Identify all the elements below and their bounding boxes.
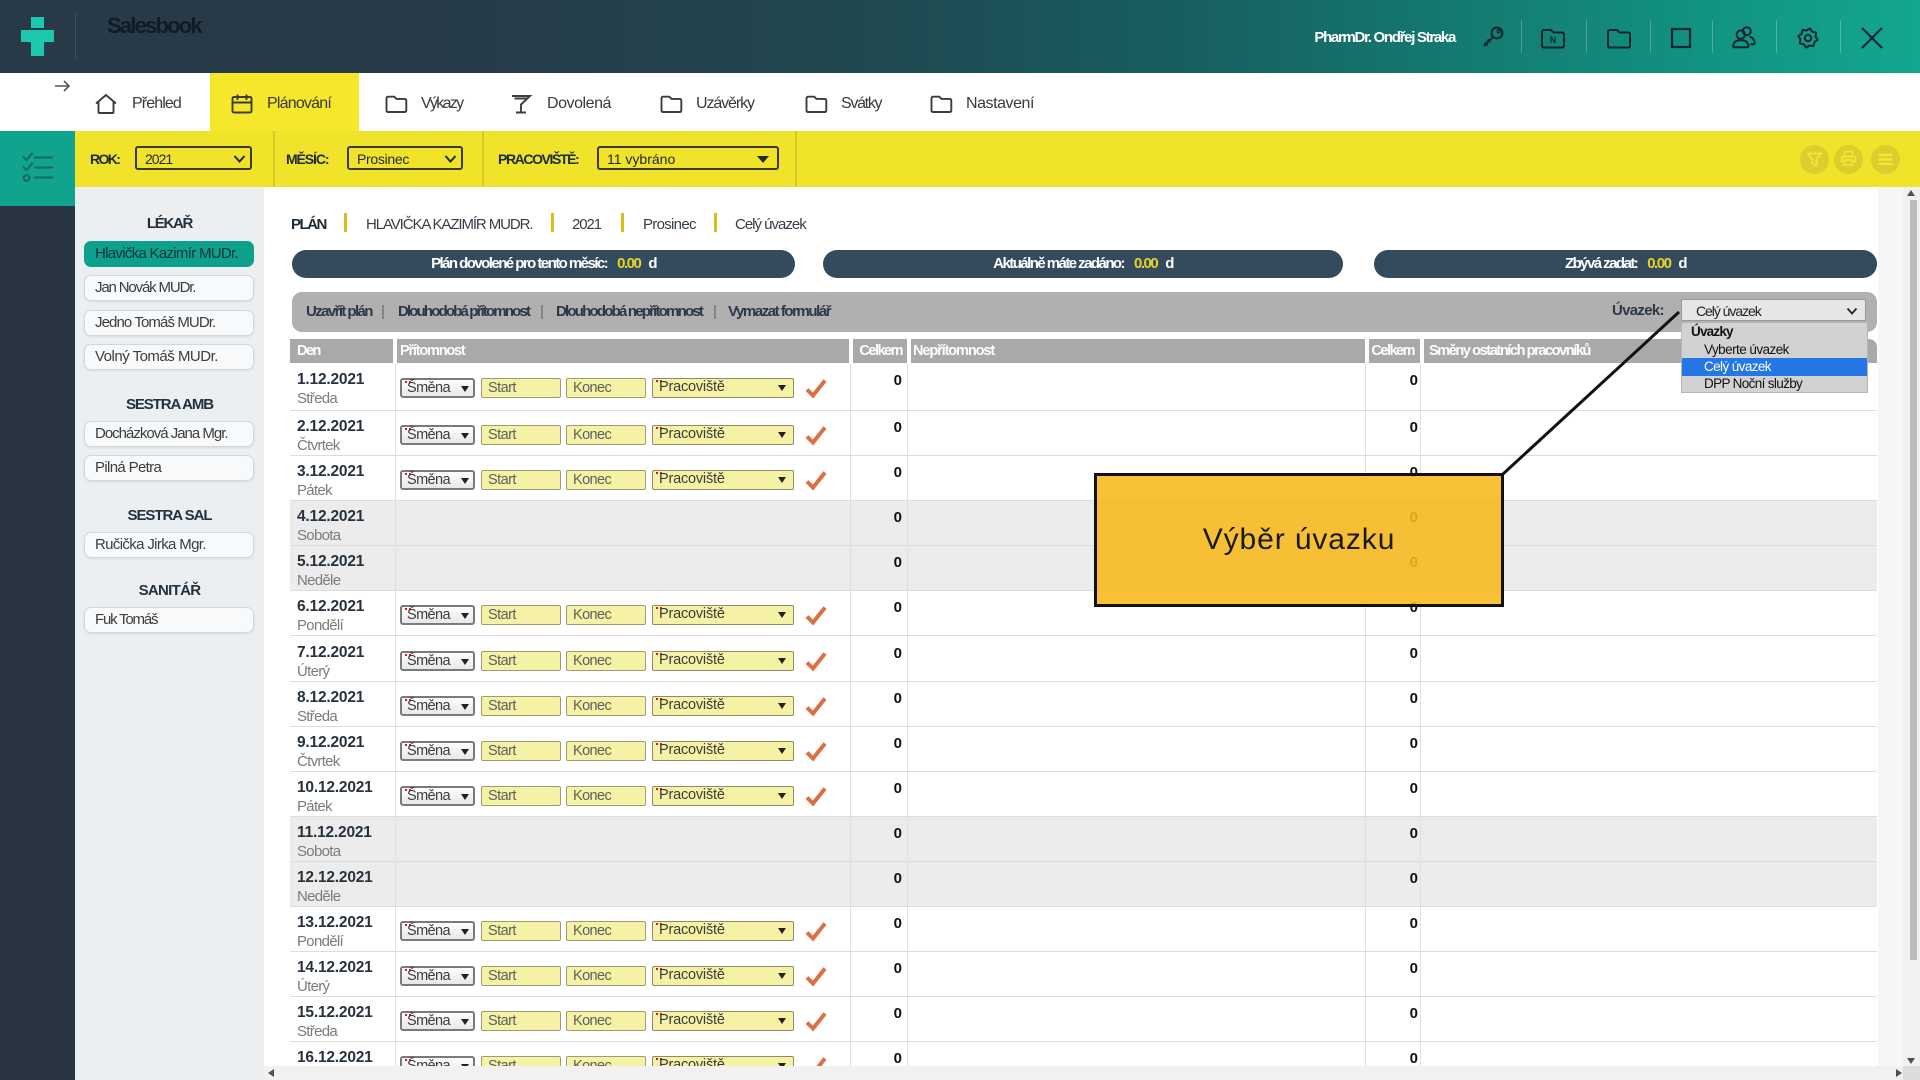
- svg-text:N: N: [1550, 35, 1557, 45]
